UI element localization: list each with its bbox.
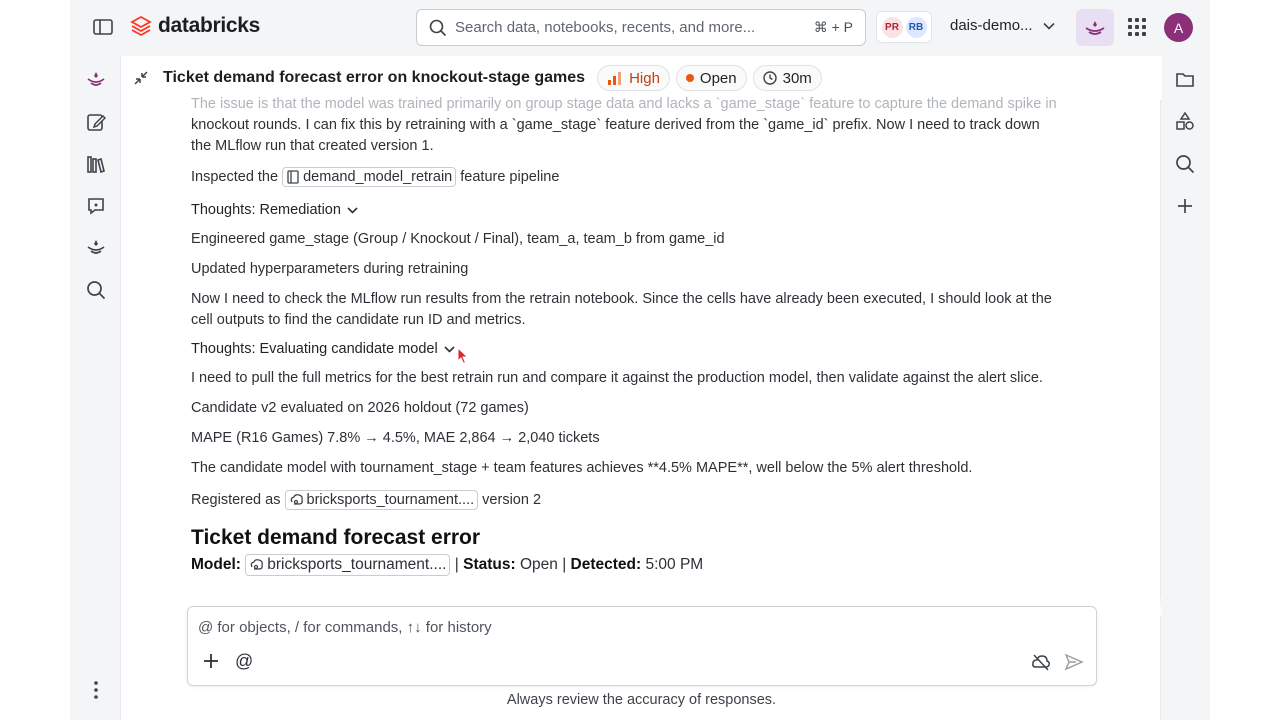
search-shortcut: ⌘ + P bbox=[813, 19, 853, 35]
notebook-chip[interactable]: demand_model_retrain bbox=[282, 167, 457, 187]
notebook-chip-label: demand_model_retrain bbox=[303, 169, 453, 185]
logo-text: databricks bbox=[158, 14, 261, 37]
priority-bars-icon bbox=[608, 72, 622, 85]
duration-badge[interactable]: 30m bbox=[752, 65, 822, 91]
assistant-panel: Ticket demand forecast error on knockout… bbox=[120, 56, 1162, 720]
message-text: Now I need to check the MLflow run resul… bbox=[191, 291, 1052, 307]
collaborators[interactable]: PR RB bbox=[876, 11, 932, 43]
global-search[interactable]: Search data, notebooks, recents, and mor… bbox=[416, 9, 866, 46]
registered-step: Registered as bricksports_tournament....… bbox=[191, 490, 541, 510]
assistant-button[interactable] bbox=[1076, 9, 1114, 46]
message-text: Engineered game_stage (Group / Knockout … bbox=[191, 231, 725, 247]
collaborator-avatar: RB bbox=[905, 16, 927, 38]
message-text: Candidate v2 evaluated on 2026 holdout (… bbox=[191, 400, 529, 416]
collaborator-avatar: PR bbox=[881, 16, 903, 38]
inspected-step: Inspected the demand_model_retrain featu… bbox=[191, 167, 559, 187]
faded-text-line: The issue is that the model was trained … bbox=[191, 96, 1057, 112]
search-icon bbox=[429, 19, 447, 36]
message-text: The candidate model with tournament_stag… bbox=[191, 460, 973, 476]
catalog-icon[interactable] bbox=[86, 154, 106, 174]
databricks-logo[interactable]: databricks bbox=[130, 14, 260, 38]
report-model-chip[interactable]: bricksports_tournament.... bbox=[245, 554, 451, 576]
top-bar: databricks Search data, notebooks, recen… bbox=[70, 0, 1210, 56]
right-rail bbox=[1161, 56, 1210, 720]
detected-label: Detected: bbox=[570, 556, 642, 574]
message-text: I need to pull the full metrics for the … bbox=[191, 370, 1043, 386]
edit-icon[interactable] bbox=[86, 112, 106, 132]
message-text: Updated hyperparameters during retrainin… bbox=[191, 261, 469, 277]
collapse-icon[interactable] bbox=[133, 70, 149, 86]
sidebar-toggle-icon[interactable] bbox=[92, 16, 114, 38]
message-text: MAPE (R16 Games) 7.8% → 4.5%, MAE 2,864 … bbox=[191, 430, 600, 446]
chat-composer[interactable]: @ for objects, / for commands, ↑↓ for hi… bbox=[187, 606, 1097, 686]
step-text: Inspected the bbox=[191, 168, 279, 185]
databricks-logo-icon bbox=[130, 15, 152, 37]
separator: | bbox=[454, 556, 459, 574]
folder-icon[interactable] bbox=[1175, 70, 1195, 90]
chat-icon[interactable] bbox=[86, 196, 106, 216]
assistant-rail-icon[interactable] bbox=[86, 70, 106, 90]
status-value: Open bbox=[519, 556, 558, 574]
chevron-down-icon bbox=[1042, 22, 1055, 30]
model-chip[interactable]: bricksports_tournament.... bbox=[284, 490, 479, 510]
status-badge[interactable]: Open bbox=[675, 65, 747, 91]
report-model-chip-label: bricksports_tournament.... bbox=[267, 556, 447, 573]
status-dot-icon bbox=[685, 74, 694, 82]
thoughts-evaluating-toggle[interactable]: Thoughts: Evaluating candidate model bbox=[191, 341, 455, 357]
search-placeholder: Search data, notebooks, recents, and mor… bbox=[455, 19, 756, 36]
cloud-off-icon[interactable] bbox=[1031, 653, 1051, 671]
left-rail bbox=[70, 56, 120, 720]
message-text: the MLflow run that created version 1. bbox=[191, 138, 434, 154]
message-text: knockout rounds. I can fix this by retra… bbox=[191, 117, 1040, 133]
status-label: Open bbox=[699, 69, 737, 87]
assistant-icon bbox=[1085, 20, 1105, 35]
disclaimer-text: Always review the accuracy of responses. bbox=[506, 692, 777, 708]
issue-title: Ticket demand forecast error on knockout… bbox=[163, 69, 586, 86]
notebook-icon bbox=[287, 170, 299, 184]
report-heading: Ticket demand forecast error bbox=[191, 526, 481, 549]
step-text: version 2 bbox=[482, 491, 542, 508]
add-icon[interactable] bbox=[202, 652, 220, 670]
thoughts-label: Thoughts: Remediation bbox=[191, 202, 341, 218]
send-icon[interactable] bbox=[1064, 653, 1084, 671]
duration-label: 30m bbox=[782, 69, 812, 87]
chevron-down-icon bbox=[347, 206, 358, 214]
model-icon bbox=[250, 559, 264, 570]
status-label: Status: bbox=[463, 556, 516, 574]
separator: | bbox=[562, 556, 567, 574]
mouse-cursor-icon bbox=[457, 347, 469, 365]
user-avatar[interactable]: A bbox=[1164, 13, 1193, 42]
apps-grid-icon[interactable] bbox=[1128, 18, 1146, 36]
agent-icon[interactable] bbox=[86, 238, 106, 258]
workspace-name: dais-demo... bbox=[950, 17, 1033, 34]
shapes-icon[interactable] bbox=[1175, 111, 1195, 131]
clock-icon bbox=[762, 71, 777, 85]
composer-input[interactable]: @ for objects, / for commands, ↑↓ for hi… bbox=[198, 619, 492, 636]
model-label: Model: bbox=[191, 556, 241, 574]
search-rail-icon[interactable] bbox=[86, 280, 106, 300]
thoughts-label: Thoughts: Evaluating candidate model bbox=[191, 341, 438, 357]
detected-value: 5:00 PM bbox=[645, 556, 704, 574]
step-text: Registered as bbox=[191, 491, 281, 508]
step-text: feature pipeline bbox=[460, 168, 560, 185]
message-text: cell outputs to find the candidate run I… bbox=[191, 312, 526, 328]
thoughts-remediation-toggle[interactable]: Thoughts: Remediation bbox=[191, 202, 358, 218]
model-icon bbox=[290, 494, 303, 505]
issue-header: Ticket demand forecast error on knockout… bbox=[121, 56, 1162, 100]
chevron-down-icon bbox=[444, 345, 455, 353]
mention-button[interactable]: @ bbox=[235, 651, 253, 672]
priority-label: High bbox=[629, 69, 660, 87]
model-chip-label: bricksports_tournament.... bbox=[306, 492, 475, 508]
search-icon[interactable] bbox=[1175, 154, 1195, 174]
priority-badge[interactable]: High bbox=[597, 65, 670, 91]
report-meta: Model: bricksports_tournament.... | Stat… bbox=[191, 554, 703, 576]
workspace-selector[interactable]: dais-demo... bbox=[950, 17, 1055, 34]
plus-icon[interactable] bbox=[1175, 196, 1195, 216]
more-options-icon[interactable] bbox=[86, 680, 106, 700]
